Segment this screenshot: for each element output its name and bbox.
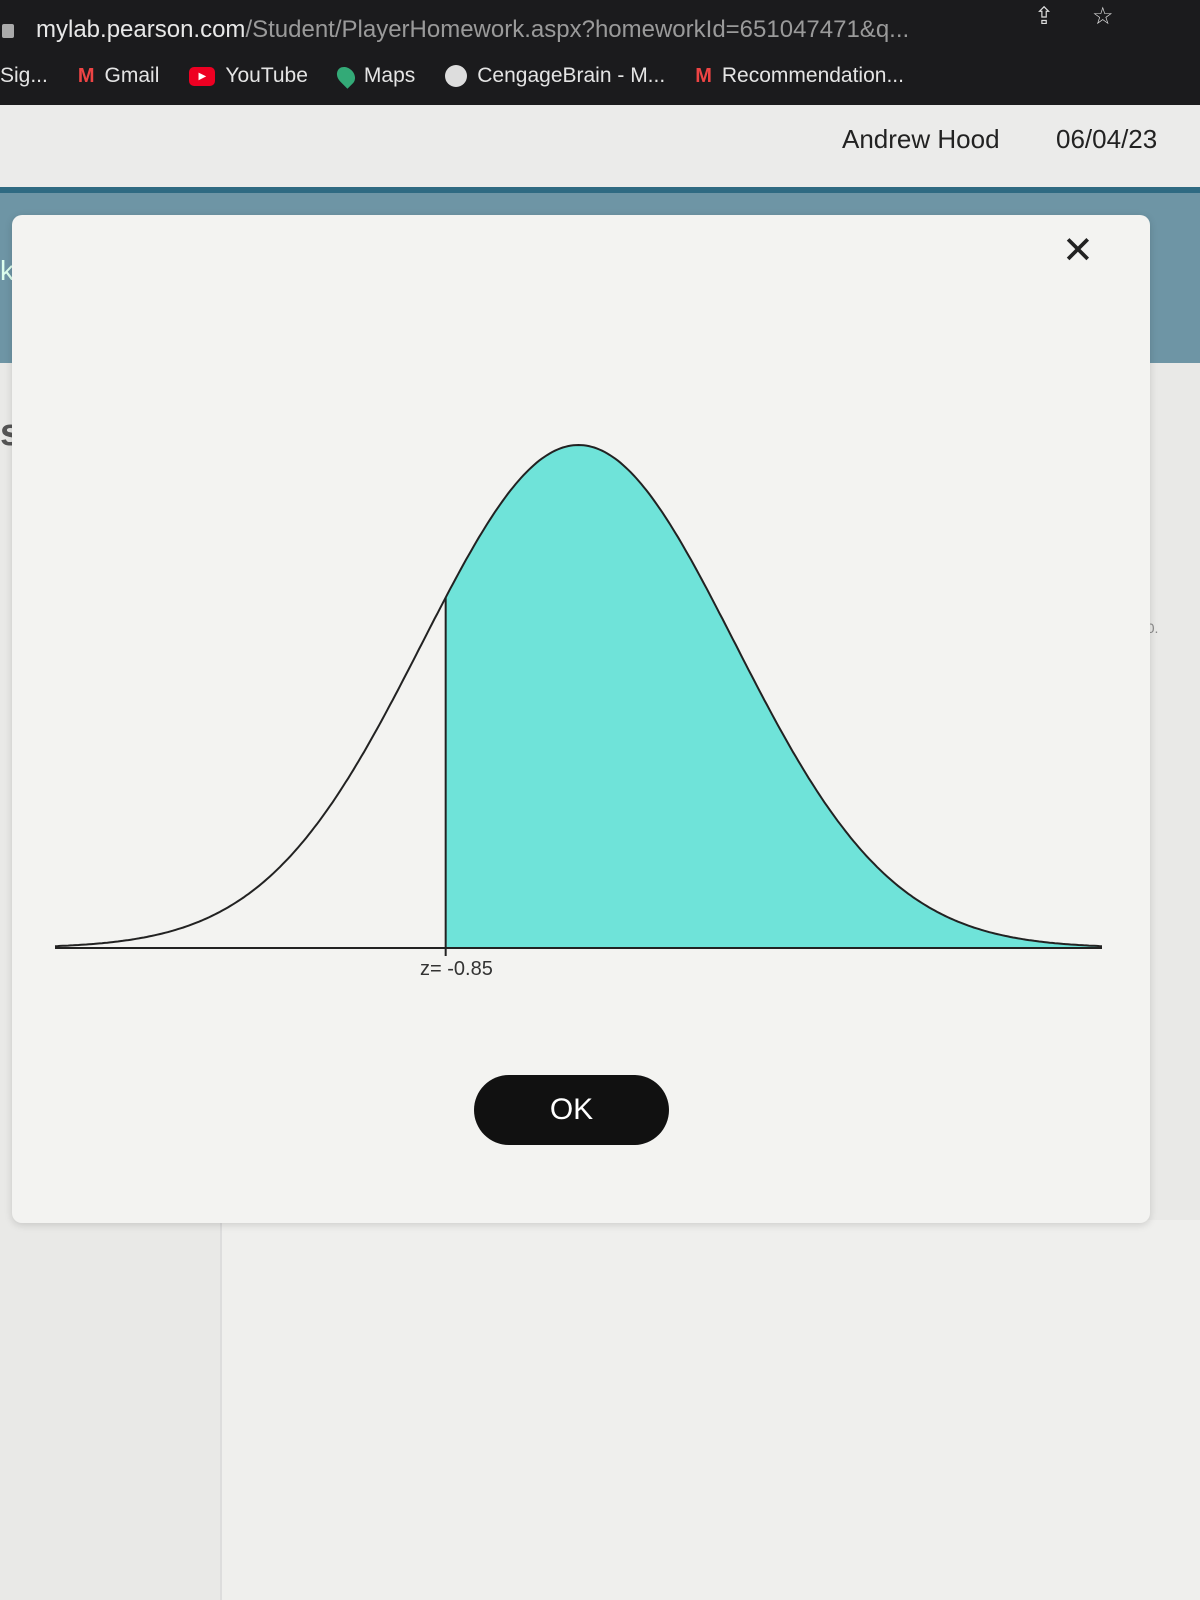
normal-curve-chart [54, 443, 1103, 956]
ok-button[interactable]: OK [474, 1075, 669, 1145]
close-icon[interactable]: ✕ [1062, 228, 1094, 273]
shaded-area [445, 445, 1102, 948]
z-label: z= -0.85 [420, 958, 493, 980]
